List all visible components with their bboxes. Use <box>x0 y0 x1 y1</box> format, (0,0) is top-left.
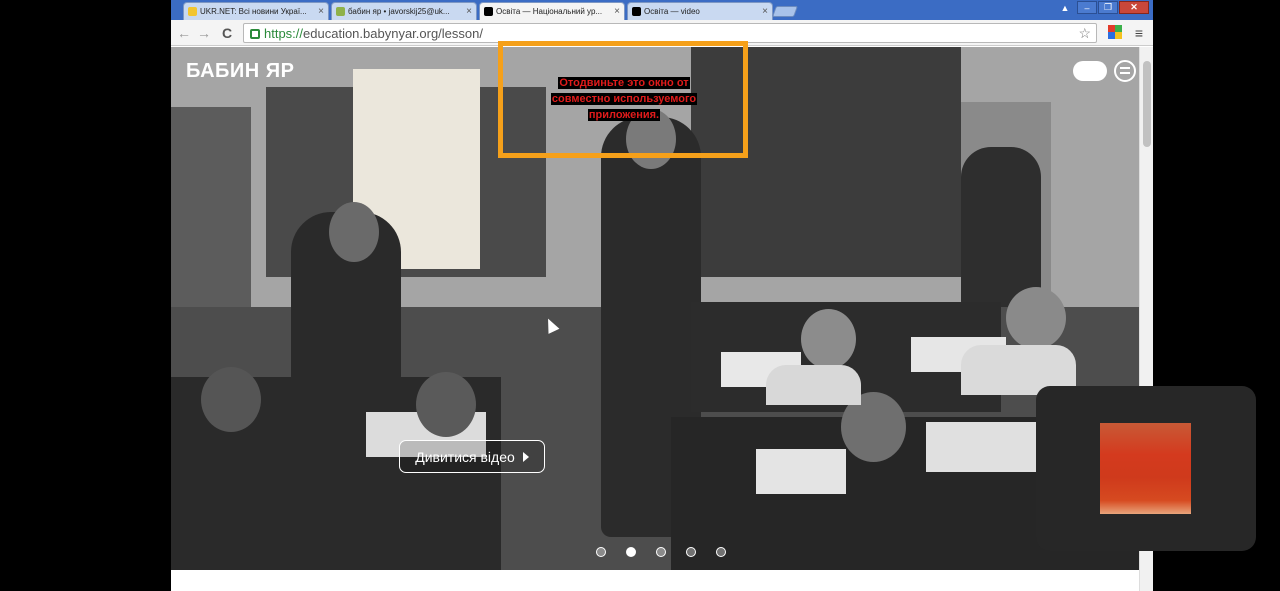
pupil-head <box>1006 287 1066 349</box>
close-icon[interactable]: × <box>762 6 768 17</box>
slider-dots <box>596 547 726 557</box>
tab-title: Освіта — video <box>644 7 700 16</box>
share-warning-text: Отодвиньте это окно от совместно использ… <box>532 75 716 123</box>
chrome-menu-icon[interactable]: ≡ <box>1131 23 1147 43</box>
page-bottom-strip <box>171 570 1139 591</box>
tab-osvita[interactable]: Освіта — Національний ур... × <box>479 2 625 20</box>
user-icon[interactable]: ▲ <box>1058 1 1072 14</box>
pupil-shirt <box>766 365 861 405</box>
slider-dot[interactable] <box>596 547 606 557</box>
warning-line: совместно используемого <box>550 93 698 105</box>
ukrnet-favicon-icon <box>188 7 197 16</box>
warning-line: Отодвиньте это окно от <box>558 77 690 89</box>
paper <box>926 422 1036 472</box>
video-favicon-icon <box>632 7 641 16</box>
scroll-thumb[interactable] <box>1143 61 1151 147</box>
pupil-head <box>201 367 261 432</box>
close-window-button[interactable]: ✕ <box>1119 1 1149 14</box>
pupil-head <box>416 372 476 437</box>
minimize-button[interactable]: – <box>1077 1 1097 14</box>
doorway <box>171 107 251 307</box>
maximize-button[interactable]: ❐ <box>1098 1 1118 14</box>
reload-button[interactable]: C <box>218 23 236 43</box>
toggle-icon[interactable] <box>1073 61 1107 81</box>
close-icon[interactable]: × <box>318 6 324 17</box>
screen-share-preview[interactable] <box>1036 386 1256 551</box>
tab-video[interactable]: Освіта — video × <box>627 2 773 20</box>
osvita-favicon-icon <box>484 7 493 16</box>
url-scheme: https:// <box>264 25 304 41</box>
paper <box>756 449 846 494</box>
tab-strip: UKR.NET: Всі новини Украї... × бабин яр … <box>171 0 1153 20</box>
new-tab-button[interactable] <box>771 6 799 17</box>
tab-title: UKR.NET: Всі новини Украї... <box>200 7 307 16</box>
watch-video-button[interactable]: Дивитися відео <box>399 440 545 473</box>
menu-icon[interactable] <box>1114 60 1136 82</box>
url-path: education.babynyar.org/lesson/ <box>303 25 483 41</box>
address-bar[interactable]: https:// education.babynyar.org/lesson/ … <box>243 23 1097 43</box>
tab-title: бабин яр • javorskij25@uk... <box>348 7 450 16</box>
mail-favicon-icon <box>336 7 345 16</box>
star-icon[interactable]: ☆ <box>1078 24 1091 42</box>
warning-line: приложения. <box>587 109 661 121</box>
close-icon[interactable]: × <box>466 6 472 17</box>
back-button[interactable]: ← <box>175 23 193 43</box>
slider-dot[interactable] <box>716 547 726 557</box>
play-icon <box>522 451 529 462</box>
tab-title: Освіта — Національний ур... <box>496 7 603 16</box>
site-logo[interactable]: БАБИН ЯР <box>186 60 295 83</box>
extension-icon[interactable] <box>1108 25 1122 39</box>
teacher-head <box>329 202 379 262</box>
pupil-head <box>801 309 856 369</box>
boy-at-board <box>961 147 1041 307</box>
tab-ukrnet[interactable]: UKR.NET: Всі новини Украї... × <box>183 2 329 20</box>
watch-video-label: Дивитися відео <box>415 448 515 465</box>
tab-mail[interactable]: бабин яр • javorskij25@uk... × <box>331 2 477 20</box>
slider-dot[interactable] <box>656 547 666 557</box>
close-icon[interactable]: × <box>614 6 620 17</box>
slider-dot[interactable] <box>686 547 696 557</box>
preview-thumbnail <box>1100 423 1191 514</box>
lock-icon <box>250 29 260 39</box>
forward-button[interactable]: → <box>195 23 213 43</box>
slider-dot-active[interactable] <box>626 547 636 557</box>
